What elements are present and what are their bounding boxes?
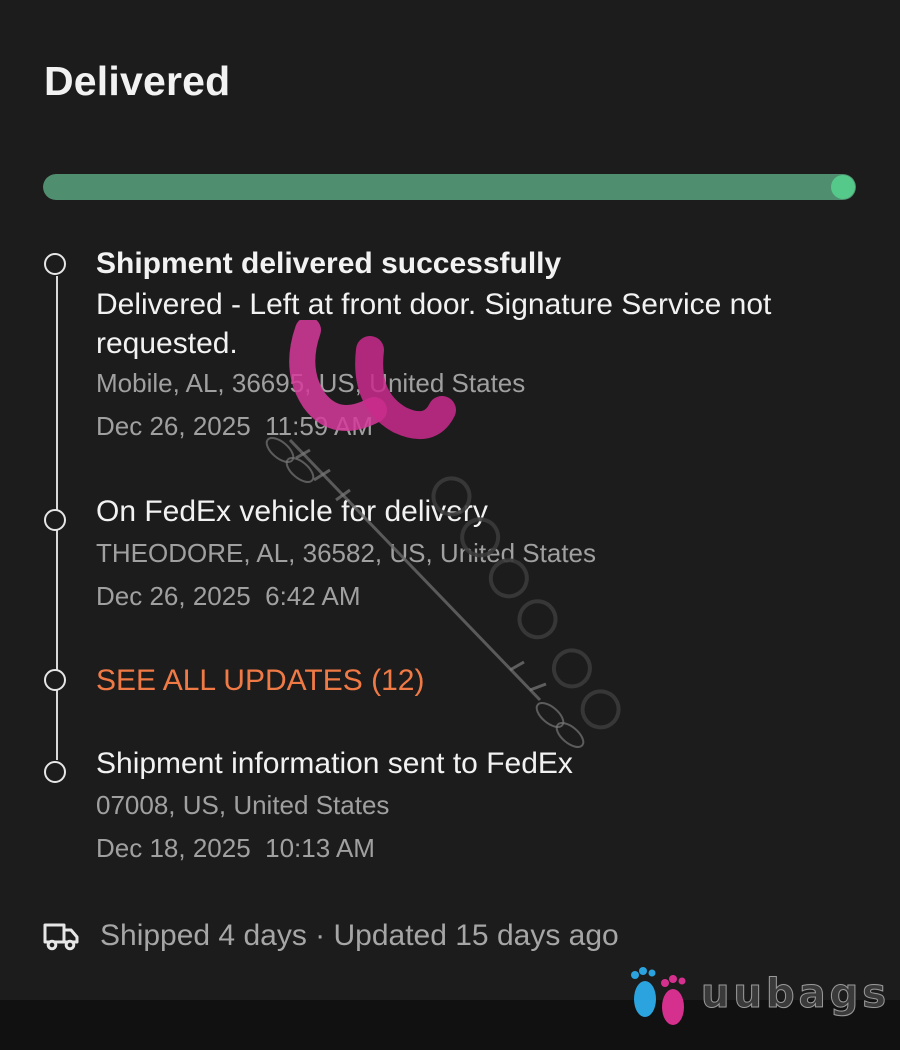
event-title: Shipment delivered successfully [96, 247, 562, 280]
event-datetime: Dec 26, 2025 6:42 AM [96, 581, 361, 611]
tracking-panel: Delivered Shipment delivered successfull… [0, 0, 900, 1000]
event-datetime: Dec 26, 2025 11:59 AM [96, 411, 374, 441]
delivery-progress-bar [43, 174, 856, 200]
event-location: Mobile, AL, 36695, US, United States [96, 368, 526, 398]
page-title: Delivered [44, 58, 231, 104]
shipping-summary: Shipped 4 days · Updated 15 days ago [42, 916, 619, 956]
event-location: THEODORE, AL, 36582, US, United States [96, 538, 597, 568]
event-title: On FedEx vehicle for delivery [96, 495, 488, 528]
progress-fill [43, 174, 856, 200]
progress-indicator-dot [831, 175, 855, 199]
event-datetime: Dec 18, 2025 10:13 AM [96, 833, 375, 863]
see-all-updates-link[interactable]: SEE ALL UPDATES (12) [96, 664, 424, 698]
timeline-node [44, 253, 66, 275]
timeline-node [44, 669, 66, 691]
shipping-summary-text: Shipped 4 days · Updated 15 days ago [100, 919, 619, 952]
event-location: 07008, US, United States [96, 790, 390, 820]
event-title: Shipment information sent to FedEx [96, 747, 573, 780]
bottom-bar [0, 1000, 900, 1050]
event-description: Delivered - Left at front door. Signatur… [96, 288, 772, 360]
timeline-node [44, 761, 66, 783]
truck-icon [42, 919, 80, 953]
timeline-node [44, 509, 66, 531]
